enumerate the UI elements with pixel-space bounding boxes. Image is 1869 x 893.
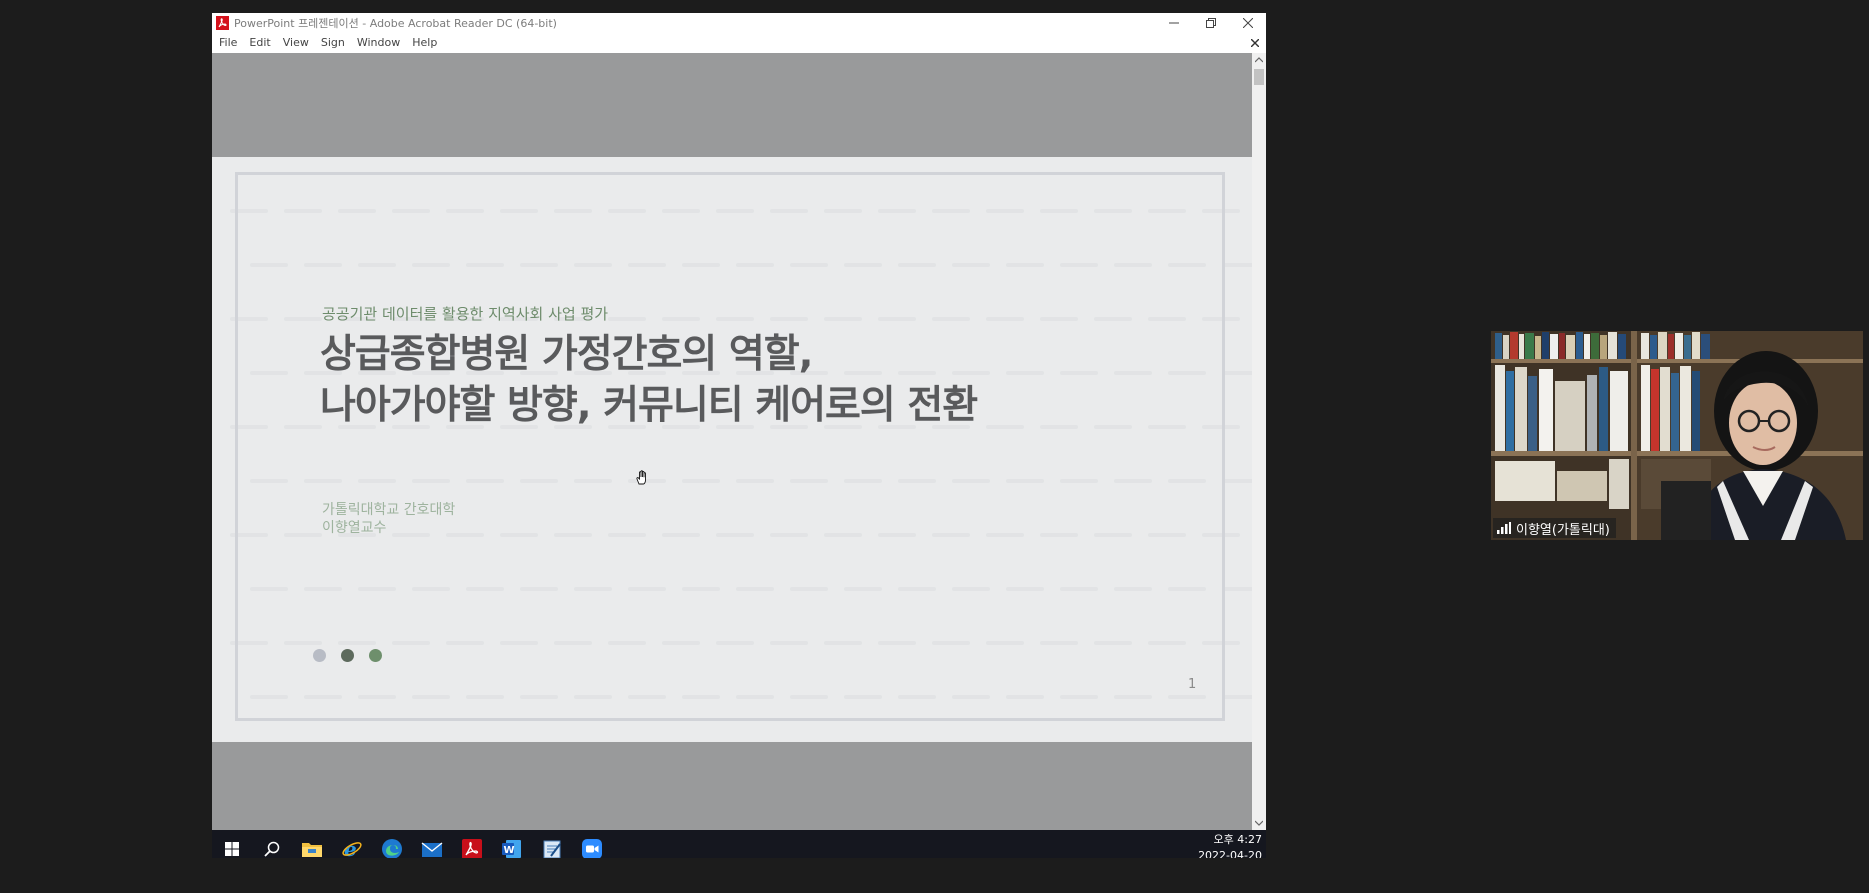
decoration-dot [369,649,382,662]
slide-page-number: 1 [1188,677,1197,692]
acrobat-icon [462,839,482,858]
internet-explorer-icon: e [342,838,362,858]
close-document-button[interactable] [1248,35,1262,51]
watermark-mark [1222,263,1252,267]
shared-screen-window: PowerPoint 프레젠테이션 - Adobe Acrobat Reader… [212,13,1266,858]
watermark-mark [1222,695,1252,699]
slide-presenter-name: 이향열교수 [322,520,387,536]
scroll-up-button[interactable] [1252,53,1266,67]
close-icon [1242,18,1253,28]
vertical-scrollbar[interactable] [1252,53,1266,830]
decoration-dot [341,649,354,662]
taskbar-word[interactable]: W [492,830,532,858]
svg-text:W: W [504,845,515,856]
taskbar-file-explorer[interactable] [292,830,332,858]
watermark-mark [1222,587,1252,591]
taskbar-internet-explorer[interactable]: e [332,830,372,858]
menu-help[interactable]: Help [406,33,443,53]
zoom-icon [582,839,602,858]
system-clock[interactable]: 오후 4:27 2022-04-20 [1198,832,1262,858]
restore-icon [1205,18,1216,28]
taskbar-mail[interactable] [412,830,452,858]
chevron-down-icon [1255,820,1263,826]
slide-decoration-dots [313,649,397,662]
scroll-down-button[interactable] [1252,816,1266,830]
taskbar-notepad[interactable] [532,830,572,858]
participant-video-tile[interactable]: 이향열(가톨릭대) [1491,331,1863,540]
menu-view[interactable]: View [277,33,315,53]
taskbar: e W 오후 4:27 2022-04-20 [212,830,1266,858]
taskbar-search-button[interactable] [252,830,292,858]
participant-video-feed [1491,331,1863,540]
minimize-button[interactable] [1155,13,1192,33]
menu-edit[interactable]: Edit [243,33,276,53]
window-title: PowerPoint 프레젠테이션 - Adobe Acrobat Reader… [234,17,557,30]
slide-organization: 가톨릭대학교 간호대학 [322,502,456,518]
scrollbar-thumb[interactable] [1254,69,1264,85]
window-controls [1155,13,1266,33]
search-icon [264,841,280,857]
taskbar-edge[interactable] [372,830,412,858]
menu-bar: File Edit View Sign Window Help [212,33,1266,53]
windows-start-icon [225,842,239,856]
slide-title-line-2: 나아가야할 방향, 커뮤니티 케어로의 전환 [320,383,978,428]
menu-file[interactable]: File [213,33,243,53]
participant-name: 이향열(가톨릭대) [1516,522,1610,538]
acrobat-app-icon [216,16,229,30]
title-bar: PowerPoint 프레젠테이션 - Adobe Acrobat Reader… [212,13,1266,33]
participant-name-label: 이향열(가톨릭대) [1493,518,1616,538]
menu-sign[interactable]: Sign [315,33,351,53]
signal-strength-icon [1497,522,1511,534]
minimize-icon [1168,22,1179,24]
clock-date: 2022-04-20 [1198,849,1262,858]
slide-frame [235,172,1225,721]
document-viewport[interactable]: 공공기관 데이터를 활용한 지역사회 사업 평가 상급종합병원 가정간호의 역할… [212,53,1252,830]
close-icon [1251,39,1259,47]
slide-presenter-info: 가톨릭대학교 간호대학 이향열교수 [322,501,455,537]
restore-button[interactable] [1192,13,1229,33]
hand-cursor-icon [636,470,646,485]
file-explorer-icon [302,843,322,857]
slide-subtitle: 공공기관 데이터를 활용한 지역사회 사업 평가 [322,305,609,323]
clock-time: 오후 4:27 [1213,833,1262,846]
watermark-mark [1222,371,1252,375]
slide-title-line-1: 상급종합병원 가정간호의 역할, [320,332,813,377]
word-icon: W [502,840,521,858]
taskbar-zoom[interactable] [572,830,612,858]
taskbar-acrobat[interactable] [452,830,492,858]
menu-window[interactable]: Window [351,33,406,53]
mail-icon [421,842,443,857]
watermark-mark [1222,479,1252,483]
notepad-icon [543,840,561,858]
slide-page: 공공기관 데이터를 활용한 지역사회 사업 평가 상급종합병원 가정간호의 역할… [212,157,1252,742]
chevron-up-icon [1255,57,1263,63]
close-window-button[interactable] [1229,13,1266,33]
start-button[interactable] [212,830,252,858]
slide-title: 상급종합병원 가정간호의 역할, 나아가야할 방향, 커뮤니티 케어로의 전환 [320,329,978,431]
edge-icon [382,839,402,858]
decoration-dot [313,649,326,662]
